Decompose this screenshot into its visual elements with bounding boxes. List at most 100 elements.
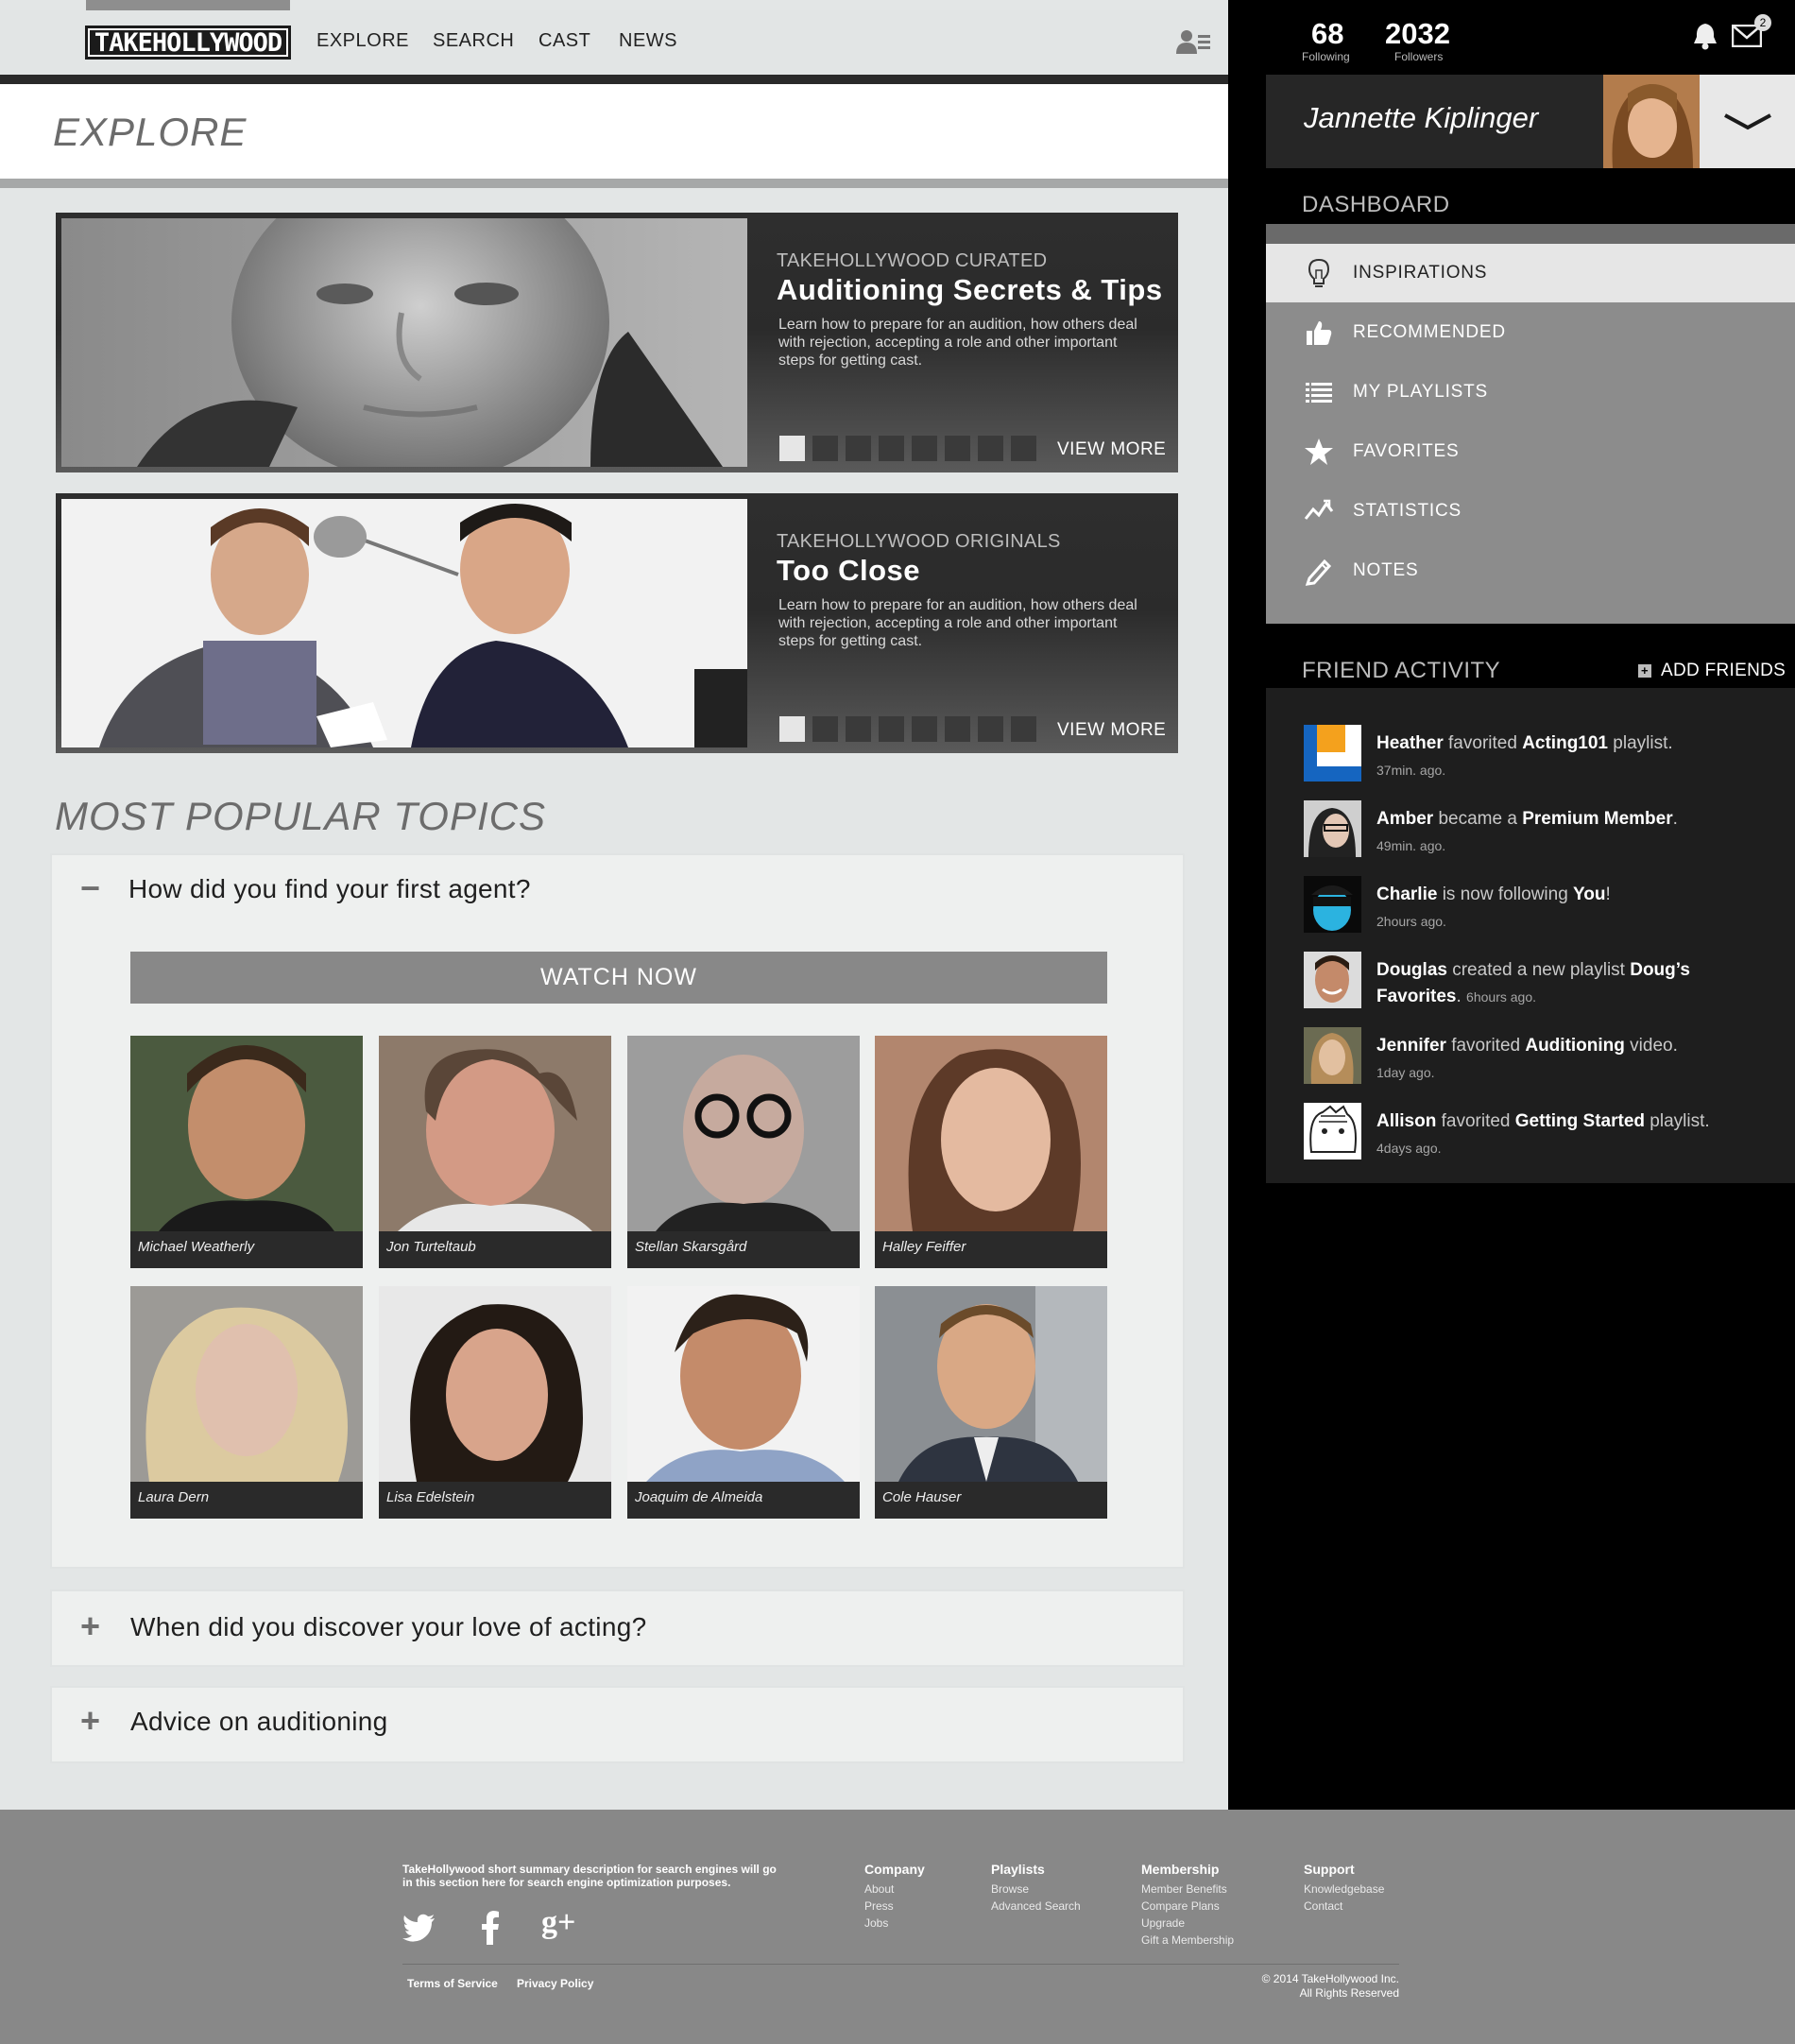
- carousel-dot[interactable]: [912, 436, 937, 461]
- feature-title[interactable]: Too Close: [777, 554, 920, 588]
- view-more-link[interactable]: VIEW MORE: [1057, 720, 1166, 741]
- footer-heading: Support: [1304, 1862, 1355, 1877]
- carousel-dot[interactable]: [846, 436, 871, 461]
- carousel-dot[interactable]: [978, 436, 1003, 461]
- footer-link[interactable]: About: [864, 1881, 925, 1898]
- carousel-dot[interactable]: [1011, 716, 1036, 742]
- footer-link[interactable]: Compare Plans: [1141, 1898, 1234, 1915]
- dashboard-item-statistics[interactable]: STATISTICS: [1266, 482, 1795, 541]
- activity-target[interactable]: Auditioning: [1525, 1036, 1625, 1056]
- nav-news[interactable]: NEWS: [619, 30, 677, 52]
- friend-avatar: [1304, 725, 1361, 782]
- twitter-icon[interactable]: [401, 1909, 438, 1947]
- mail-badge: 2: [1754, 14, 1771, 31]
- takehollywood-logo[interactable]: TAKEHOLLYWOOD: [85, 26, 291, 60]
- footer-link[interactable]: Press: [864, 1898, 925, 1915]
- person-tile[interactable]: Laura Dern: [130, 1286, 363, 1519]
- carousel-dot[interactable]: [812, 436, 838, 461]
- privacy-link[interactable]: Privacy Policy: [517, 1977, 593, 1990]
- footer-link[interactable]: Jobs: [864, 1915, 925, 1932]
- activity-target[interactable]: You: [1573, 885, 1605, 904]
- collapse-icon[interactable]: −: [80, 868, 100, 908]
- footer-link[interactable]: Gift a Membership: [1141, 1932, 1234, 1949]
- feature-card-curated[interactable]: TAKEHOLLYWOOD CURATED Auditioning Secret…: [56, 213, 1178, 472]
- footer-link[interactable]: Browse: [991, 1881, 1081, 1898]
- carousel-dot[interactable]: [879, 436, 904, 461]
- expand-icon[interactable]: +: [80, 1701, 100, 1741]
- carousel-dot[interactable]: [978, 716, 1003, 742]
- dashboard-item-favorites[interactable]: FAVORITES: [1266, 422, 1795, 481]
- header-divider: [0, 179, 1228, 188]
- person-tile[interactable]: Jon Turteltaub: [379, 1036, 611, 1268]
- dashboard-item-notes[interactable]: NOTES: [1266, 541, 1795, 600]
- dashboard-item-my-playlists[interactable]: MY PLAYLISTS: [1266, 363, 1795, 421]
- person-tile[interactable]: Halley Feiffer: [875, 1036, 1107, 1268]
- friend-name[interactable]: Jennifer: [1376, 1036, 1446, 1056]
- person-name: Stellan Skarsgård: [635, 1239, 747, 1255]
- friend-name[interactable]: Allison: [1376, 1111, 1436, 1131]
- expand-icon[interactable]: +: [80, 1606, 100, 1646]
- activity-target[interactable]: Acting101: [1522, 733, 1608, 753]
- user-avatar[interactable]: [1603, 75, 1700, 168]
- copyright: © 2014 TakeHollywood Inc. All Rights Rese…: [1228, 1972, 1399, 2001]
- nav-explore[interactable]: EXPLORE: [316, 30, 409, 52]
- add-friends-button[interactable]: + ADD FRIENDS: [1638, 661, 1786, 681]
- feature-card-originals[interactable]: TAKEHOLLYWOOD ORIGINALS Too Close Learn …: [56, 493, 1178, 753]
- footer-link[interactable]: Knowledgebase: [1304, 1881, 1384, 1898]
- dashboard-item-inspirations[interactable]: INSPIRATIONS: [1266, 244, 1795, 302]
- view-more-link[interactable]: VIEW MORE: [1057, 439, 1166, 460]
- carousel-dot[interactable]: [812, 716, 838, 742]
- person-tile[interactable]: Joaquim de Almeida: [627, 1286, 860, 1519]
- friend-name[interactable]: Douglas: [1376, 960, 1447, 980]
- topic-question[interactable]: How did you find your first agent?: [128, 874, 531, 904]
- friend-name[interactable]: Heather: [1376, 733, 1444, 753]
- feature-photo-actor-portrait: [61, 218, 747, 467]
- topic-question[interactable]: Advice on auditioning: [130, 1707, 388, 1737]
- carousel-dot[interactable]: [1011, 436, 1036, 461]
- nav-search[interactable]: SEARCH: [433, 30, 514, 52]
- footer-link[interactable]: Contact: [1304, 1898, 1384, 1915]
- person-tile[interactable]: Lisa Edelstein: [379, 1286, 611, 1519]
- topic-question[interactable]: When did you discover your love of actin…: [130, 1612, 646, 1642]
- google-plus-icon[interactable]: g+: [541, 1905, 579, 1943]
- profile-list-icon[interactable]: [1176, 28, 1210, 55]
- carousel-dot[interactable]: [945, 436, 970, 461]
- following-count[interactable]: 68: [1311, 17, 1343, 51]
- carousel-dot[interactable]: [779, 716, 805, 742]
- user-name[interactable]: Jannette Kiplinger: [1304, 101, 1538, 135]
- followers-count[interactable]: 2032: [1385, 17, 1450, 51]
- person-tile[interactable]: Michael Weatherly: [130, 1036, 363, 1268]
- carousel-dot[interactable]: [779, 436, 805, 461]
- activity-action: is now following: [1437, 885, 1574, 904]
- facebook-icon[interactable]: [472, 1909, 510, 1947]
- activity-target[interactable]: Getting Started: [1515, 1111, 1645, 1131]
- carousel-dot[interactable]: [846, 716, 871, 742]
- person-tile[interactable]: Stellan Skarsgård: [627, 1036, 860, 1268]
- nav-cast[interactable]: CAST: [538, 30, 590, 52]
- carousel-dot[interactable]: [879, 716, 904, 742]
- friend-name[interactable]: Amber: [1376, 809, 1433, 829]
- friend-name[interactable]: Charlie: [1376, 885, 1437, 904]
- topic-accordion-collapsed[interactable]: + Advice on auditioning: [52, 1688, 1183, 1761]
- feature-title[interactable]: Auditioning Secrets & Tips: [777, 273, 1163, 307]
- person-name: Halley Feiffer: [882, 1239, 966, 1255]
- terms-link[interactable]: Terms of Service: [407, 1977, 498, 1990]
- footer-link[interactable]: Member Benefits: [1141, 1881, 1234, 1898]
- dashboard-item-recommended[interactable]: RECOMMENDED: [1266, 303, 1795, 362]
- footer-link[interactable]: Upgrade: [1141, 1915, 1234, 1932]
- carousel-dot[interactable]: [945, 716, 970, 742]
- activity-action: favorited: [1445, 1036, 1526, 1056]
- activity-text: Amber became a Premium Member. 49min. ago…: [1376, 806, 1773, 859]
- followers-label: Followers: [1394, 50, 1444, 63]
- footer-divider: [402, 1964, 1399, 1965]
- bell-icon[interactable]: [1692, 22, 1718, 50]
- carousel-dot[interactable]: [912, 716, 937, 742]
- person-tile[interactable]: Cole Hauser: [875, 1286, 1107, 1519]
- topic-accordion-collapsed[interactable]: + When did you discover your love of act…: [52, 1591, 1183, 1665]
- footer-link[interactable]: Advanced Search: [991, 1898, 1081, 1915]
- activity-target[interactable]: Premium Member: [1522, 809, 1672, 829]
- watch-now-button[interactable]: WATCH NOW: [130, 952, 1107, 1004]
- carousel-pager: [779, 436, 1036, 461]
- user-menu-toggle[interactable]: [1700, 75, 1795, 168]
- plus-icon: +: [1638, 664, 1651, 678]
